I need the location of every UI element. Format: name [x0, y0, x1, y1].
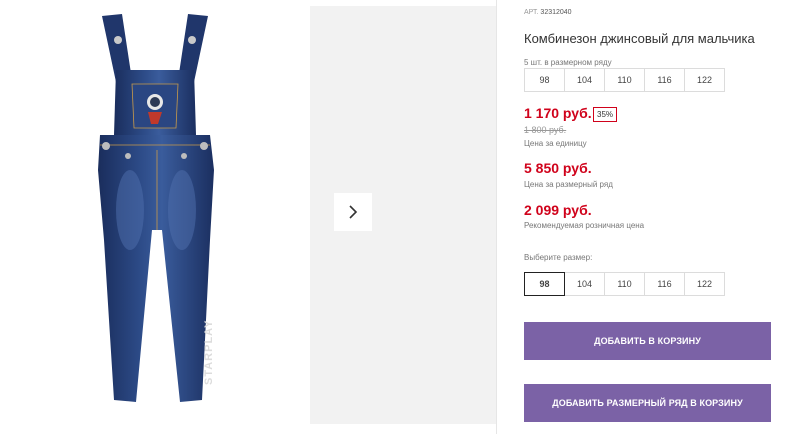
- pack-price: 5 850 руб.: [524, 160, 592, 176]
- pack-size: 122: [684, 68, 725, 92]
- pack-size: 116: [644, 68, 685, 92]
- retail-price-label: Рекомендуемая розничная цена: [524, 221, 645, 230]
- pack-size: 110: [604, 68, 645, 92]
- divider: [496, 0, 497, 434]
- unit-price: 1 170 руб.: [524, 105, 592, 121]
- size-option-122[interactable]: 122: [684, 272, 725, 296]
- product-info: АРТ. 32312040 Комбинезон джинсовый для м…: [524, 0, 774, 434]
- size-option-110[interactable]: 110: [604, 272, 645, 296]
- article-label: АРТ.: [524, 9, 539, 16]
- product-title: Комбинезон джинсовый для мальчика: [524, 31, 755, 46]
- size-option-116[interactable]: 116: [644, 272, 685, 296]
- pack-size: 104: [564, 68, 605, 92]
- add-to-cart-button[interactable]: ДОБАВИТЬ В КОРЗИНУ: [524, 322, 771, 360]
- article-number: АРТ. 32312040: [524, 9, 572, 16]
- product-gallery: STARPLAY: [0, 0, 497, 434]
- old-price: 1 800 руб.: [524, 125, 567, 135]
- pack-price-label: Цена за размерный ряд: [524, 180, 613, 189]
- size-option-104[interactable]: 104: [564, 272, 605, 296]
- unit-price-label: Цена за единицу: [524, 139, 587, 148]
- add-pack-to-cart-button[interactable]: ДОБАВИТЬ РАЗМЕРНЫЙ РЯД В КОРЗИНУ: [524, 384, 771, 422]
- chevron-right-icon: [349, 205, 358, 219]
- starplay-print: STARPLAY: [203, 320, 215, 385]
- choose-size-label: Выберите размер:: [524, 253, 593, 262]
- pack-size: 98: [524, 68, 565, 92]
- overalls-illustration: STARPLAY: [98, 14, 215, 402]
- discount-badge: 35%: [593, 107, 618, 122]
- retail-price: 2 099 руб.: [524, 202, 592, 218]
- size-selector: 98 104 110 116 122: [524, 272, 725, 296]
- pack-sizes: 98 104 110 116 122: [524, 68, 725, 92]
- product-image: STARPLAY: [0, 0, 306, 434]
- next-image-button[interactable]: [334, 193, 372, 231]
- size-option-98[interactable]: 98: [524, 272, 565, 296]
- article-code: 32312040: [540, 9, 572, 16]
- pack-note: 5 шт. в размерном ряду: [524, 58, 612, 67]
